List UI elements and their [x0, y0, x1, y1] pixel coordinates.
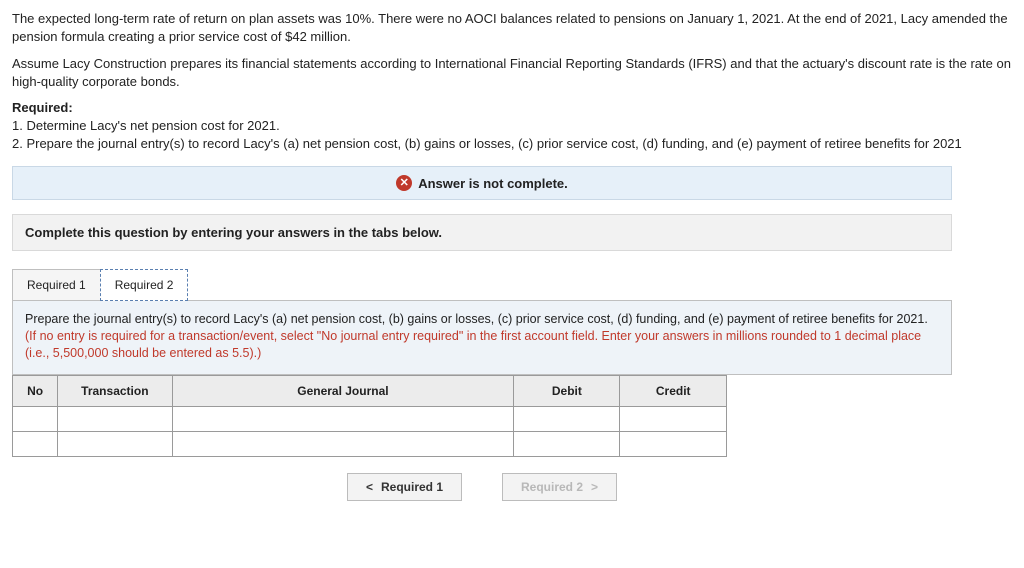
tab-strip: Required 1 Required 2 [12, 269, 952, 301]
intro-paragraph-1: The expected long-term rate of return on… [12, 10, 1012, 45]
cell-debit[interactable] [514, 431, 620, 456]
tab-body: Prepare the journal entry(s) to record L… [12, 300, 952, 375]
cell-no[interactable] [13, 431, 58, 456]
cell-trans[interactable] [58, 431, 172, 456]
required-label: Required: [12, 100, 1012, 115]
col-header-debit: Debit [514, 375, 620, 406]
cell-trans[interactable] [58, 406, 172, 431]
col-header-credit: Credit [620, 375, 727, 406]
required-item-2: 2. Prepare the journal entry(s) to recor… [12, 135, 1012, 153]
cell-gj[interactable] [172, 406, 514, 431]
cell-credit[interactable] [620, 406, 727, 431]
next-button-label: Required 2 [521, 480, 583, 494]
table-row [13, 406, 727, 431]
next-button[interactable]: Required 2 > [502, 473, 617, 501]
cell-gj[interactable] [172, 431, 514, 456]
col-header-transaction: Transaction [58, 375, 172, 406]
journal-table: No Transaction General Journal Debit Cre… [12, 375, 727, 457]
instruction-bar: Complete this question by entering your … [12, 214, 952, 251]
cell-no[interactable] [13, 406, 58, 431]
tab-required-1[interactable]: Required 1 [12, 269, 101, 301]
nav-row: < Required 1 Required 2 > [12, 473, 952, 501]
status-text: Answer is not complete. [418, 176, 568, 191]
cell-debit[interactable] [514, 406, 620, 431]
required-list: 1. Determine Lacy's net pension cost for… [12, 117, 1012, 152]
prev-button[interactable]: < Required 1 [347, 473, 462, 501]
tab-body-hint: (If no entry is required for a transacti… [25, 329, 921, 360]
col-header-general-journal: General Journal [172, 375, 514, 406]
cell-credit[interactable] [620, 431, 727, 456]
chevron-right-icon: > [591, 480, 598, 494]
required-item-1: 1. Determine Lacy's net pension cost for… [12, 117, 1012, 135]
chevron-left-icon: < [366, 480, 373, 494]
status-bar: ✕ Answer is not complete. [12, 166, 952, 200]
intro-paragraph-2: Assume Lacy Construction prepares its fi… [12, 55, 1012, 90]
tab-required-2[interactable]: Required 2 [100, 269, 189, 301]
error-icon: ✕ [396, 175, 412, 191]
table-header-row: No Transaction General Journal Debit Cre… [13, 375, 727, 406]
answer-panel: ✕ Answer is not complete. Complete this … [12, 166, 952, 501]
problem-intro: The expected long-term rate of return on… [12, 10, 1012, 152]
tab-body-text: Prepare the journal entry(s) to record L… [25, 312, 928, 326]
prev-button-label: Required 1 [381, 480, 443, 494]
table-row [13, 431, 727, 456]
col-header-no: No [13, 375, 58, 406]
